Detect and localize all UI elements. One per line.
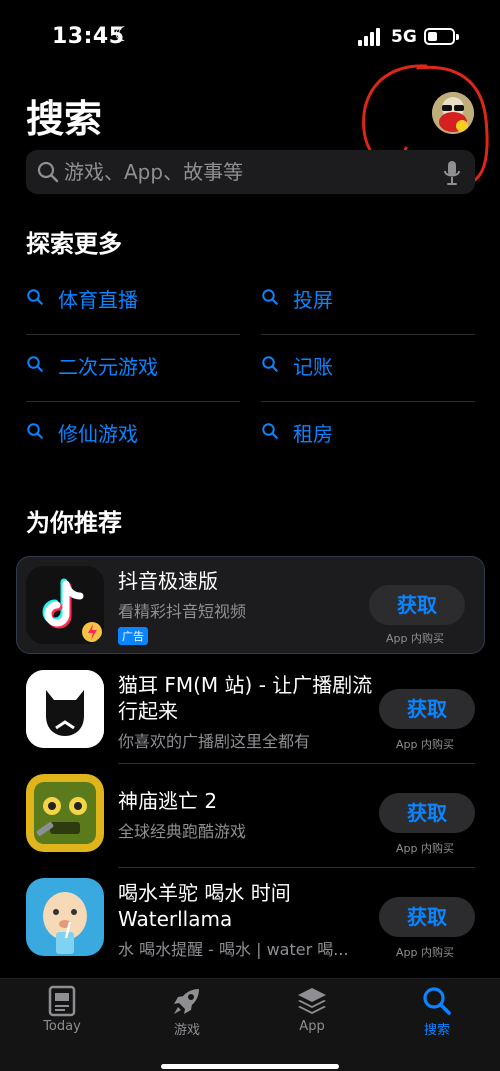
explore-item[interactable]: 二次元游戏 <box>26 335 240 402</box>
account-avatar[interactable] <box>432 92 474 134</box>
app-name: 抖音极速版 <box>118 569 218 593</box>
recommend-title: 为你推荐 <box>26 509 122 537</box>
tab-today[interactable]: Today <box>12 985 112 1045</box>
get-button[interactable]: 获取 <box>379 793 475 833</box>
missevan-app-icon <box>26 670 104 748</box>
search-input[interactable] <box>64 150 434 194</box>
home-indicator <box>161 1064 339 1069</box>
in-app-purchase-note: App 内购买 <box>396 946 454 959</box>
tab-games[interactable]: 游戏 <box>137 985 237 1045</box>
rocket-icon <box>174 989 199 1014</box>
avatar-image <box>432 92 474 134</box>
explore-item-label: 记账 <box>293 355 333 379</box>
page-title: 搜索 <box>26 97 103 141</box>
microphone-icon[interactable] <box>443 160 461 186</box>
explore-item[interactable]: 租房 <box>261 402 475 469</box>
app-name: 猫耳 FM(M 站) - 让广播剧流行起来 <box>118 673 373 723</box>
explore-item-label: 修仙游戏 <box>58 422 138 446</box>
app-subtitle: 全球经典跑酷游戏 <box>118 822 247 841</box>
explore-title: 探索更多 <box>26 230 122 258</box>
moon-icon: ☾ <box>114 22 132 46</box>
app-name: 喝水羊驼 喝水 时间 Waterllama <box>118 881 291 931</box>
temple-run-app-icon <box>26 774 104 852</box>
in-app-purchase-note: App 内购买 <box>396 738 454 751</box>
search-icon <box>262 289 278 305</box>
douyin-app-icon <box>26 566 104 644</box>
explore-item[interactable]: 体育直播 <box>26 268 240 335</box>
app-subtitle: 看精彩抖音短视频 <box>118 602 247 621</box>
search-icon <box>27 289 43 305</box>
explore-item-label: 投屏 <box>293 288 333 312</box>
app-name: 神庙逃亡 2 <box>118 789 218 813</box>
tab-search[interactable]: 搜索 <box>387 985 487 1045</box>
waterllama-app-icon <box>26 878 104 956</box>
search-icon <box>262 356 278 372</box>
explore-item[interactable]: 记账 <box>261 335 475 402</box>
status-bar: 13:45 ☾ 5G <box>0 0 500 74</box>
tab-bar: Today 游戏 App 搜索 <box>0 978 500 1071</box>
search-bar[interactable] <box>26 150 475 194</box>
search-icon <box>27 356 43 372</box>
today-icon <box>48 985 76 1017</box>
in-app-purchase-note: App 内购买 <box>386 632 444 645</box>
app-row[interactable]: 猫耳 FM(M 站) - 让广播剧流行起来 你喜欢的广播剧这里全都有 获取 Ap… <box>26 660 475 764</box>
network-label: 5G <box>391 27 417 47</box>
explore-item-label: 租房 <box>293 422 333 446</box>
get-button[interactable]: 获取 <box>379 689 475 729</box>
app-row[interactable]: 抖音极速版 看精彩抖音短视频 广告 获取 App 内购买 <box>26 556 475 660</box>
signal-icon <box>358 28 382 46</box>
ad-badge: 广告 <box>118 627 148 645</box>
search-icon <box>423 987 451 1015</box>
app-stack-icon <box>298 988 326 1014</box>
tab-apps[interactable]: App <box>262 985 362 1045</box>
app-subtitle: 你喜欢的广播剧这里全都有 <box>118 732 311 751</box>
battery-icon <box>424 28 459 45</box>
app-row[interactable]: 神庙逃亡 2 全球经典跑酷游戏 获取 App 内购买 <box>26 764 475 868</box>
app-row[interactable]: 喝水羊驼 喝水 时间 Waterllama 水 喝水提醒 - 喝水 | wate… <box>26 868 475 972</box>
search-icon <box>27 423 43 439</box>
get-button[interactable]: 获取 <box>379 897 475 937</box>
tab-label: App <box>299 1019 325 1034</box>
search-icon <box>37 161 59 183</box>
explore-item-label: 体育直播 <box>58 288 138 312</box>
explore-item-label: 二次元游戏 <box>58 355 158 379</box>
tab-label: Today <box>43 1019 81 1034</box>
search-icon <box>262 423 278 439</box>
get-button[interactable]: 获取 <box>369 585 465 625</box>
tab-label: 搜索 <box>423 1023 450 1038</box>
app-subtitle: 水 喝水提醒 - 喝水 | water 喝... <box>118 940 349 959</box>
in-app-purchase-note: App 内购买 <box>396 842 454 855</box>
explore-item[interactable]: 投屏 <box>261 268 475 335</box>
tab-label: 游戏 <box>173 1023 200 1038</box>
explore-item[interactable]: 修仙游戏 <box>26 402 240 469</box>
